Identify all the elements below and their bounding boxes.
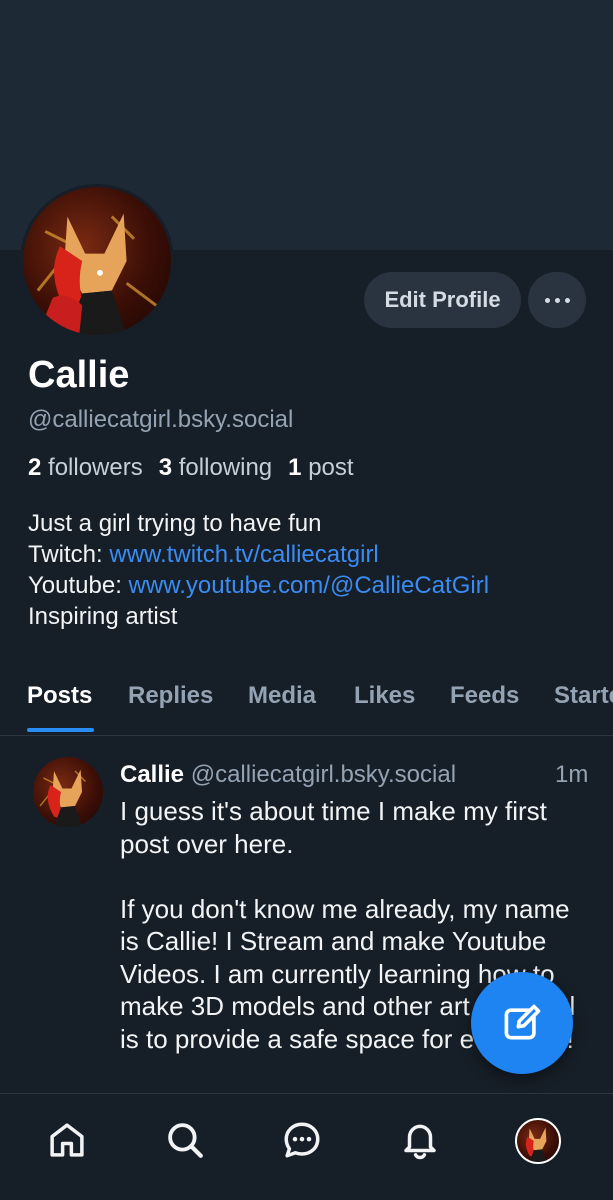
home-icon — [50, 1123, 84, 1157]
post-timestamp: 1m — [555, 761, 589, 788]
dot-icon — [544, 297, 550, 303]
chat-icon — [284, 1122, 320, 1158]
post-author-handle[interactable]: @calliecatgirl.bsky.social — [191, 761, 456, 788]
compose-icon — [504, 1004, 541, 1040]
nav-search[interactable] — [163, 1118, 207, 1162]
nav-notifications[interactable] — [398, 1118, 442, 1162]
following-count: 3 — [158, 454, 173, 481]
display-name: Callie — [28, 354, 130, 396]
tab-posts[interactable]: Posts — [27, 682, 92, 710]
search-icon — [168, 1123, 203, 1158]
tab-feeds[interactable]: Feeds — [450, 682, 519, 710]
tab-replies[interactable]: Replies — [128, 682, 213, 710]
more-options-button[interactable] — [528, 272, 586, 328]
bio-line: Inspiring artist — [28, 603, 178, 630]
bottom-navigation — [0, 1093, 613, 1200]
nav-chat[interactable] — [280, 1118, 324, 1162]
followers-count: 2 — [28, 454, 42, 481]
bio-line: Just a girl trying to have fun — [28, 510, 322, 537]
compose-post-button[interactable] — [471, 972, 573, 1074]
active-tab-indicator — [27, 728, 94, 732]
nav-profile-avatar[interactable] — [515, 1118, 561, 1164]
followers-link[interactable]: 2 followers — [28, 454, 143, 482]
dot-icon — [554, 297, 560, 303]
dot-icon — [564, 297, 570, 303]
post-author-avatar[interactable] — [33, 757, 103, 827]
following-label: following — [178, 454, 273, 481]
post-header: Callie @calliecatgirl.bsky.social — [120, 761, 456, 789]
posts-label: post — [308, 454, 354, 481]
profile-stats: 2 followers 3 following 1 post — [28, 454, 354, 482]
twitch-link[interactable]: www.twitch.tv/calliecatgirl — [109, 541, 378, 568]
post-author-name[interactable]: Callie — [120, 761, 184, 788]
followers-label: followers — [48, 454, 143, 481]
tab-starter-packs[interactable]: Starter Packs — [554, 682, 613, 710]
tab-media[interactable]: Media — [248, 682, 316, 710]
bio-youtube-prefix: Youtube: — [28, 572, 129, 599]
tab-likes[interactable]: Likes — [354, 682, 415, 710]
edit-profile-button[interactable]: Edit Profile — [364, 272, 521, 328]
profile-bio: Just a girl trying to have fun Twitch: w… — [28, 508, 489, 632]
posts-stat: 1 post — [288, 454, 353, 482]
bio-twitch-prefix: Twitch: — [28, 541, 110, 568]
bell-icon — [404, 1124, 436, 1160]
posts-count: 1 — [288, 454, 302, 481]
profile-handle: @calliecatgirl.bsky.social — [28, 406, 294, 433]
youtube-link[interactable]: www.youtube.com/@CallieCatGirl — [129, 572, 489, 599]
profile-tabs: Posts Replies Media Likes Feeds Starter … — [0, 670, 613, 736]
avatar-fox-art — [36, 213, 158, 335]
following-link[interactable]: 3 following — [159, 454, 272, 482]
nav-home[interactable] — [45, 1118, 89, 1162]
profile-avatar[interactable] — [20, 184, 174, 338]
avatar-fox-art — [39, 769, 86, 827]
avatar-fox-art — [525, 1127, 547, 1162]
